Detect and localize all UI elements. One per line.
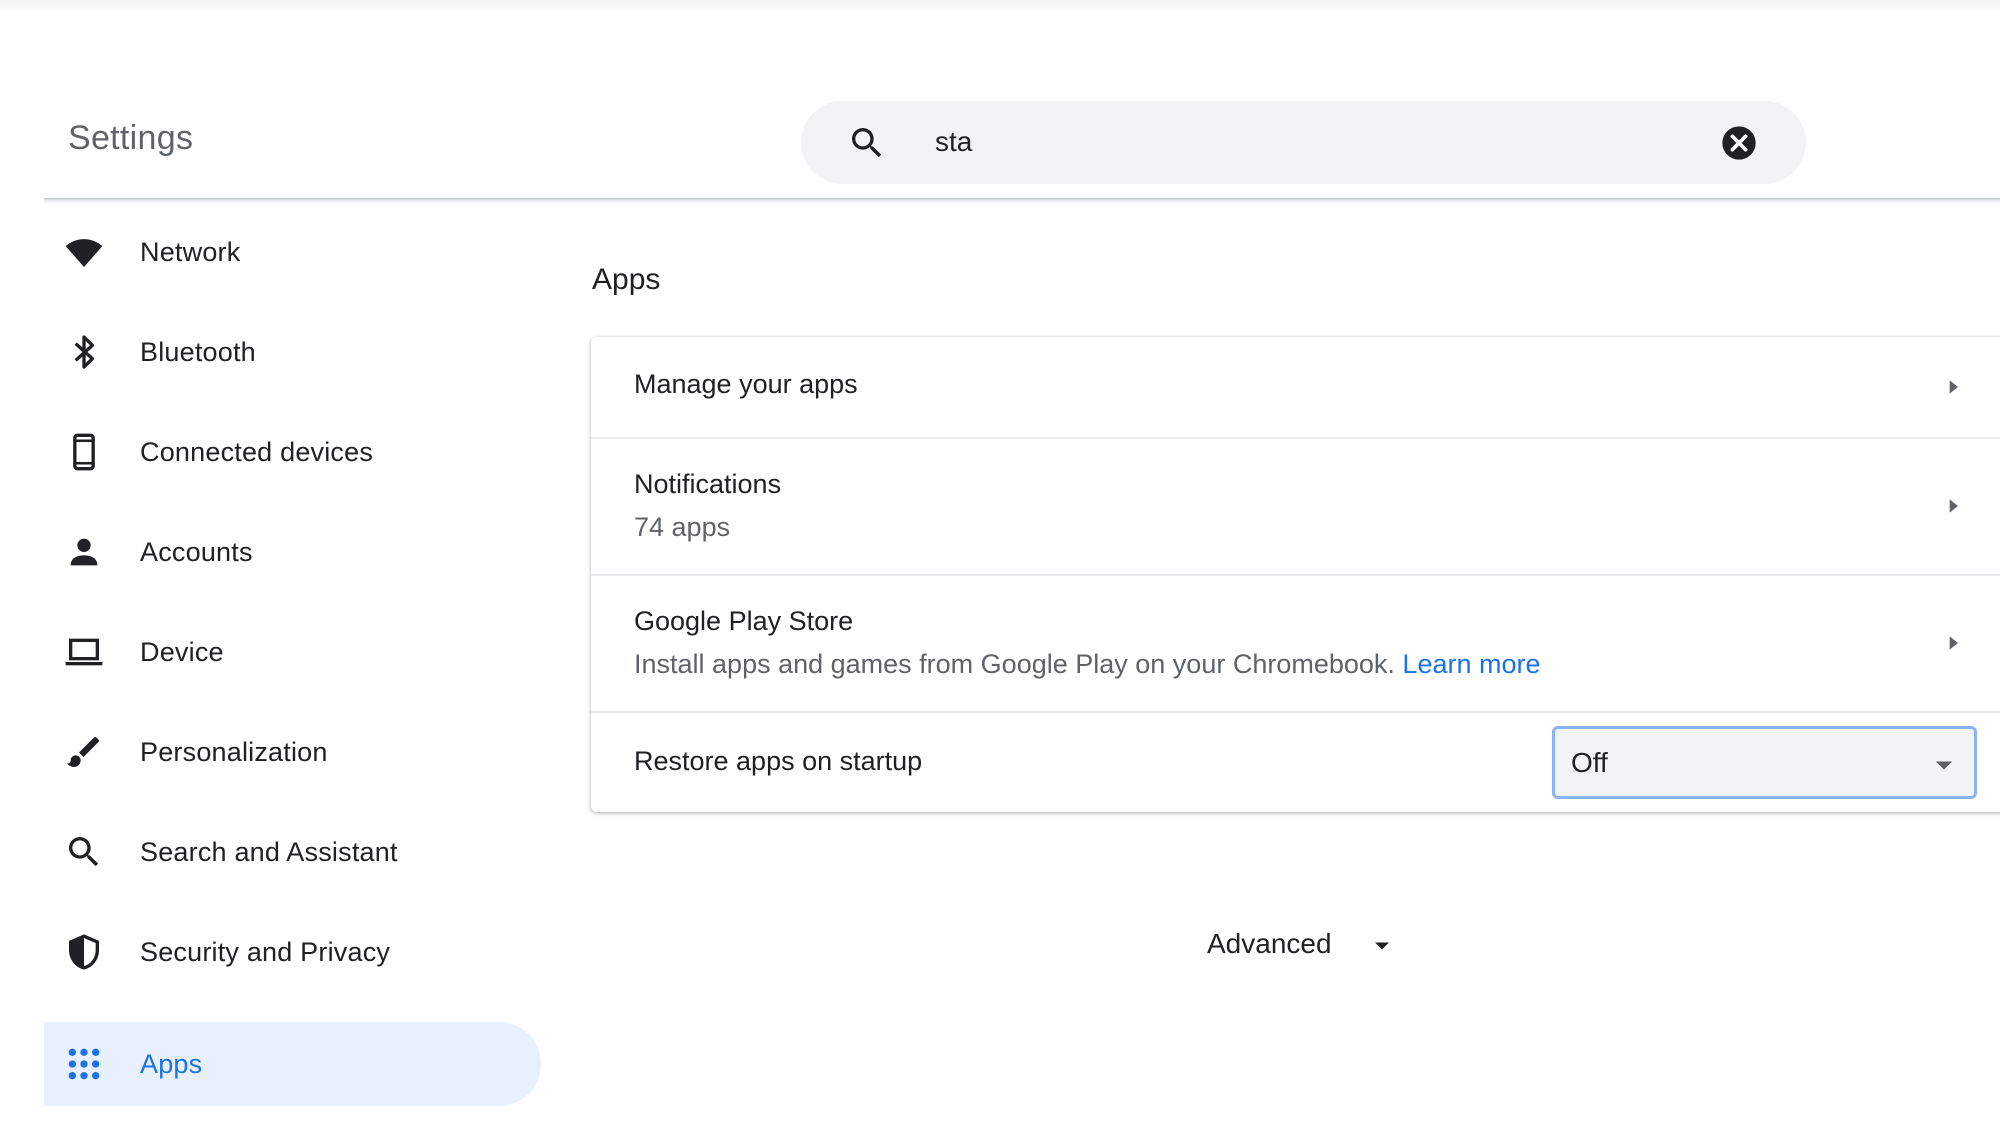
row-title: Google Play Store — [634, 606, 854, 636]
row-title: Manage your apps — [634, 369, 858, 399]
chevron-right-icon — [1949, 636, 1958, 650]
header: Settings — [0, 0, 2000, 200]
section-title: Apps — [592, 263, 661, 296]
google-play-store-row[interactable]: Google Play Store Install apps and games… — [591, 574, 2000, 711]
sidebar-item-label: Bluetooth — [140, 337, 256, 367]
sidebar-item-label: Accounts — [140, 537, 253, 567]
notifications-row[interactable]: Notifications 74 apps — [591, 437, 2000, 574]
laptop-icon — [65, 638, 103, 666]
chevron-right-icon — [1949, 499, 1958, 513]
advanced-label: Advanced — [1207, 928, 1332, 959]
row-title: Notifications — [634, 469, 782, 499]
sidebar-item-label: Personalization — [140, 737, 328, 767]
sidebar-item-security-and-privacy[interactable]: Security and Privacy — [44, 910, 541, 994]
sidebar-item-accounts[interactable]: Accounts — [44, 510, 541, 594]
page-title: Settings — [68, 119, 194, 157]
restore-apps-select[interactable]: Off — [1552, 726, 1977, 799]
wifi-icon — [65, 239, 103, 267]
person-icon — [70, 538, 98, 566]
sidebar-item-label: Apps — [140, 1049, 203, 1079]
close-icon[interactable] — [1719, 123, 1759, 163]
sidebar-item-label: Search and Assistant — [140, 837, 398, 867]
sidebar-item-label: Security and Privacy — [140, 937, 391, 967]
bluetooth-icon — [74, 335, 95, 369]
sidebar-item-device[interactable]: Device — [44, 610, 541, 694]
row-subtitle: Install apps and games from Google Play … — [634, 649, 1541, 680]
row-subtitle: 74 apps — [634, 512, 731, 542]
restore-apps-row: Restore apps on startup Off — [591, 711, 2000, 812]
sidebar-item-personalization[interactable]: Personalization — [44, 710, 541, 794]
sidebar-item-apps[interactable]: Apps — [44, 1022, 541, 1106]
learn-more-link[interactable]: Learn more — [1402, 649, 1540, 679]
header-divider — [44, 198, 2000, 204]
sidebar-item-connected-devices[interactable]: Connected devices — [44, 410, 541, 494]
row-title: Restore apps on startup — [634, 746, 923, 776]
sidebar-item-label: Connected devices — [140, 437, 374, 467]
phone-icon — [73, 433, 95, 471]
select-value: Off — [1571, 747, 1608, 778]
search-icon — [69, 837, 99, 867]
manage-apps-row[interactable]: Manage your apps — [591, 337, 2000, 437]
chevron-right-icon — [1949, 380, 1958, 394]
sidebar-item-network[interactable]: Network — [44, 210, 541, 294]
sidebar-item-label: Device — [140, 637, 224, 667]
shield-icon — [69, 934, 99, 970]
brush-icon — [67, 737, 99, 767]
sidebar: Network Bluetooth Connected devices Acco… — [44, 210, 544, 1125]
chevron-down-icon — [1375, 942, 1389, 950]
advanced-toggle[interactable]: Advanced — [1200, 924, 1420, 966]
search-icon — [852, 128, 882, 158]
apps-grid-icon — [68, 1048, 100, 1080]
chevron-down-icon — [1935, 761, 1953, 770]
row-subtitle-text: Install apps and games from Google Play … — [634, 649, 1395, 679]
search-box[interactable] — [801, 101, 1806, 184]
sidebar-item-search-and-assistant[interactable]: Search and Assistant — [44, 810, 541, 894]
search-input[interactable] — [935, 121, 1635, 163]
sidebar-item-label: Network — [140, 237, 241, 267]
sidebar-item-bluetooth[interactable]: Bluetooth — [44, 310, 541, 394]
apps-settings-card: Manage your apps Notifications 74 apps G… — [591, 337, 2000, 812]
